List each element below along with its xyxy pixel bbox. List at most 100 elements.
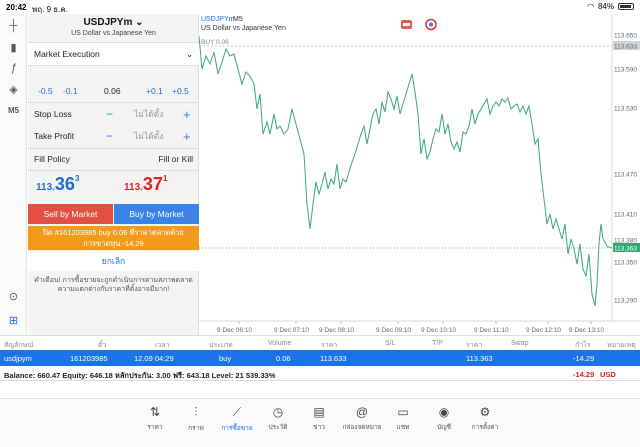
fill-policy-label: Fill Policy [34,154,70,164]
chevron-down-icon: ⌄ [185,48,193,59]
status-right: ◠ 84% [587,2,634,11]
close-line-1: ปิด #161203985 buy 0.06 ที่ราคาตลาดด้วย [43,228,184,237]
wifi-icon: ◠ [587,2,594,11]
fill-policy-value: Fill or Kill [158,154,193,164]
execution-label: Market Execution [34,49,100,59]
row-ticket: 161203985 [70,354,108,363]
zoom-icon[interactable]: ⊙ [4,288,23,304]
nav-quotes[interactable]: ⇅ ราคา [135,405,175,432]
nav-settings[interactable]: ⚙ การตั้งค่า [465,405,505,432]
col-volume: Volume [268,340,292,347]
cancel-button[interactable]: ยกเลิก [28,251,199,271]
volume-plus-01[interactable]: +0.1 [146,86,163,96]
nav-account[interactable]: ◉ บัญชี [424,405,464,432]
row-type: buy [219,354,232,363]
take-profit-minus-button[interactable]: − [106,129,113,143]
x-tick-label: 9 Dec 07:10 [274,327,309,334]
chart-timeframe: M5 [233,16,243,23]
trade-icon: ⟋ [232,405,242,419]
row-time: 12.09 04:29 [134,354,174,363]
symbol-description: US Dollar vs Japanese Yen [71,30,156,37]
chevron-down-icon: ⌄ [135,17,144,28]
y-tick-label: 113.470 [614,172,637,179]
x-tick-label: 9 Dec 08:10 [319,327,354,334]
take-profit-label: Take Profit [34,131,75,141]
trade-table-header: สัญลักษณ์ ตั๋ว เวลา ประเภท Volume ราคา S… [0,335,640,350]
function-icon[interactable]: ƒ [4,60,23,76]
close-line-2: การขาดทุน -14.29 [83,239,144,248]
execution-select[interactable]: Market Execution ⌄ [28,43,199,65]
chart-toolbar: ┼ ▮ ƒ ◈ M5 ⊙ ⊞ [0,14,27,335]
status-bar: 20:42 พฤ. 9 ธ.ค. ◠ 84% [0,0,640,14]
nav-trade[interactable]: ⟋ การซื้อขาย [217,405,257,433]
take-profit-plus-button[interactable]: + [183,129,191,144]
symbol-selector[interactable]: USDJPYm ⌄ [28,17,199,28]
sell-by-market-button[interactable]: Sell by Market [28,204,113,224]
balance-profit: -14.29 [573,370,595,379]
stop-loss-row: Stop Loss − ไม่ได้ตั้ง + [28,103,199,125]
balance-summary: Balance: 660.47 Equity: 646.18 หลักประกั… [4,371,276,380]
chart-svg[interactable]: BUY 0.06 USDJPYm M5 US Dollar vs Japanes… [198,14,640,335]
fill-policy-row[interactable]: Fill Policy Fill or Kill [28,148,199,170]
volume-minus-05[interactable]: -0.5 [38,86,53,96]
y-tick-label: 113.650 [614,33,637,40]
chart-symbol: USDJPYm [201,16,235,23]
y-tick-label: 113.590 [614,67,637,74]
balance-currency: USD [600,370,616,379]
y-tick-label: 113.530 [614,106,637,113]
volume-minus-01[interactable]: -0.1 [63,86,78,96]
settings-icon: ⚙ [479,405,491,419]
symbol-name: USDJPYm [83,17,133,28]
y-tick-label: 113.410 [614,212,637,219]
x-tick-label: 9 Dec 09:10 [376,327,411,334]
row-price: 113.633 [320,354,347,363]
row-symbol: usdjpym [4,354,32,363]
price-series-line [198,35,613,307]
take-profit-row: Take Profit − ไม่ได้ตั้ง + [28,125,199,147]
ask-price: 113.371 [124,174,168,194]
nav-chart[interactable]: ⫶ กราฟ [176,405,216,433]
x-tick-label: 9 Dec 12:10 [526,327,561,334]
news-icon: ▤ [313,405,325,419]
col-tp: T/P [432,340,443,347]
take-profit-input[interactable]: ไม่ได้ตั้ง [134,129,163,143]
battery-percent: 84% [597,2,614,11]
x-tick-label: 9 Dec 06:10 [217,327,252,334]
shapes-icon[interactable]: ◈ [4,81,23,97]
y-tick-label: 113.633 [614,44,637,51]
stop-loss-plus-button[interactable]: + [183,107,191,122]
volume-input[interactable]: 0.06 [104,86,121,96]
nav-news[interactable]: ▤ ข่าว [299,405,339,432]
status-time: 20:42 [6,3,27,12]
nav-mailbox[interactable]: @ กล่องจดหมาย [340,405,384,432]
account-icon: ◉ [438,405,450,419]
row-current-price: 113.363 [466,354,493,363]
bottom-nav: ⇅ ราคา ⫶ กราฟ ⟋ การซื้อขาย ◷ ประวัติ ▤ ข่าว @… [0,398,640,447]
market-warning: คำเตือน! การซื้อขายจะถูกดำเนินการตามสภาพ… [34,277,193,293]
nav-history[interactable]: ◷ ประวัติ [258,405,298,432]
volume-plus-05[interactable]: +0.5 [172,86,189,96]
buy-line-label: BUY 0.06 [201,39,229,46]
x-tick-label: 9 Dec 10:10 [421,327,456,334]
crosshair-icon[interactable]: ┼ [4,18,23,34]
nav-chat[interactable]: ▭ แชท [383,405,423,432]
table-row[interactable]: usdjpym 161203985 12.09 04:29 buy 0.06 1… [0,350,640,366]
order-panel: USDJPYm ⌄ US Dollar vs Japanese Yen Mark… [28,14,199,335]
stop-loss-minus-button[interactable]: − [106,107,113,121]
col-swap: Swap [511,340,529,347]
price-chart[interactable]: BUY 0.06 USDJPYm M5 US Dollar vs Japanes… [198,14,640,335]
stop-loss-input[interactable]: ไม่ได้ตั้ง [134,107,163,121]
battery-icon [618,3,634,10]
buy-by-market-button[interactable]: Buy by Market [114,204,199,224]
candles-icon[interactable]: ▮ [4,39,23,55]
trade-panel-icon[interactable]: ⊞ [4,312,23,328]
bid-price: 113.363 [36,174,80,194]
mail-icon: @ [355,405,369,419]
chart-icon: ⫶ [194,405,198,419]
chat-icon: ▭ [397,405,409,419]
close-position-button[interactable]: ปิด #161203985 buy 0.06 ที่ราคาตลาดด้วย … [28,226,199,250]
col-sl: S/L [385,340,396,347]
row-volume: 0.06 [276,354,291,363]
timeframe-button[interactable]: M5 [4,102,23,118]
chart-description: US Dollar vs Japanese Yen [201,25,286,32]
